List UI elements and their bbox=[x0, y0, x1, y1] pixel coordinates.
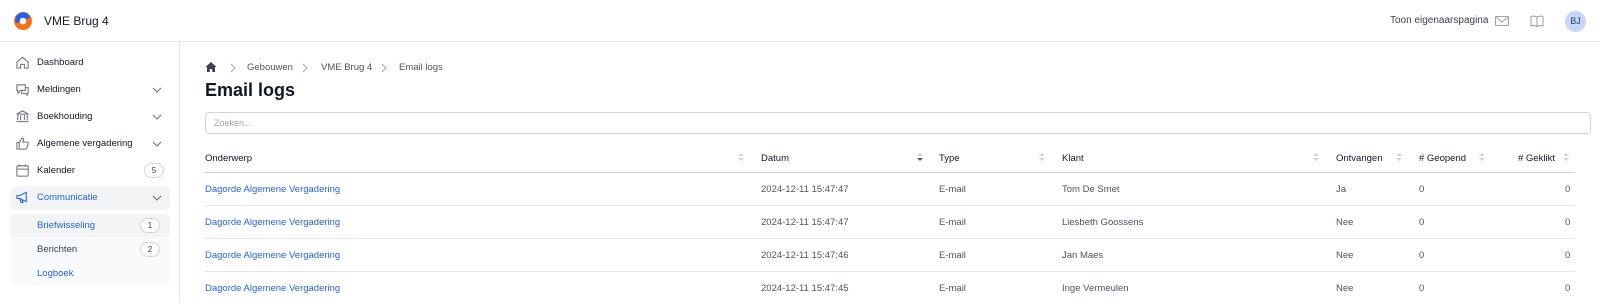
sidebar: Dashboard Meldingen Boekhouding Algemene… bbox=[0, 42, 180, 302]
table-row: Dagorde Algemene Vergadering 2024-12-11 … bbox=[205, 206, 1575, 239]
sidebar-item-label: Communicatie bbox=[37, 192, 98, 203]
sort-icon[interactable] bbox=[1038, 151, 1046, 163]
type-cell: E-mail bbox=[939, 184, 966, 195]
chevron-down-icon bbox=[152, 114, 162, 120]
book-icon[interactable] bbox=[1529, 13, 1545, 29]
clicked-count-cell: 0 bbox=[1565, 283, 1571, 294]
opened-count-cell: 0 bbox=[1419, 250, 1425, 261]
page-title: Email logs bbox=[205, 80, 296, 100]
subject-link[interactable]: Dagorde Algemene Vergadering bbox=[205, 217, 340, 228]
sidebar-subitem-label: Briefwisseling bbox=[37, 220, 96, 231]
megaphone-icon bbox=[16, 191, 27, 204]
count-badge: 2 bbox=[140, 242, 160, 257]
calendar-icon bbox=[16, 164, 29, 177]
column-header-datum[interactable]: Datum bbox=[761, 153, 789, 164]
sidebar-item-label: Meldingen bbox=[37, 84, 81, 95]
client-cell: Liesbeth Goossens bbox=[1062, 217, 1144, 228]
sidebar-subitem-berichten[interactable]: Berichten 2 bbox=[10, 238, 170, 261]
app-title: VME Brug 4 bbox=[44, 14, 109, 28]
chevron-down-icon bbox=[152, 87, 162, 93]
chevron-right-icon bbox=[230, 63, 236, 73]
avatar[interactable]: BJ bbox=[1565, 11, 1586, 32]
clicked-count-cell: 0 bbox=[1565, 184, 1571, 195]
home-icon[interactable] bbox=[205, 61, 217, 73]
chevron-down-icon bbox=[152, 141, 162, 147]
table-row: Dagorde Algemene Vergadering 2024-12-11 … bbox=[205, 239, 1575, 272]
sidebar-item-label: Algemene vergadering bbox=[37, 138, 133, 149]
sidebar-item-label: Boekhouding bbox=[37, 111, 93, 122]
sort-icon[interactable] bbox=[1395, 151, 1403, 163]
clicked-count-cell: 0 bbox=[1565, 217, 1571, 228]
breadcrumb-gebouwen[interactable]: Gebouwen bbox=[247, 62, 293, 73]
received-cell: Nee bbox=[1336, 283, 1354, 294]
type-cell: E-mail bbox=[939, 283, 966, 294]
client-cell: Jan Maes bbox=[1062, 250, 1104, 261]
column-header-geklikt[interactable]: # Geklikt bbox=[1518, 153, 1555, 164]
column-header-ontvangen[interactable]: Ontvangen bbox=[1336, 153, 1382, 164]
received-cell: Nee bbox=[1336, 217, 1354, 228]
sort-icon[interactable] bbox=[737, 151, 745, 163]
date-cell: 2024-12-11 15:47:46 bbox=[761, 250, 849, 261]
column-header-onderwerp[interactable]: Onderwerp bbox=[205, 153, 252, 164]
opened-count-cell: 0 bbox=[1419, 283, 1425, 294]
home-icon bbox=[16, 56, 29, 69]
thumbs-up-icon bbox=[16, 137, 29, 150]
subject-link[interactable]: Dagorde Algemene Vergadering bbox=[205, 184, 340, 195]
sidebar-item-meldingen[interactable]: Meldingen bbox=[10, 78, 170, 102]
clicked-count-cell: 0 bbox=[1565, 250, 1571, 261]
count-badge: 5 bbox=[144, 163, 164, 178]
sidebar-item-kalender[interactable]: Kalender 5 bbox=[10, 159, 170, 183]
column-header-type[interactable]: Type bbox=[939, 153, 960, 164]
subject-link[interactable]: Dagorde Algemene Vergadering bbox=[205, 283, 340, 294]
type-cell: E-mail bbox=[939, 217, 966, 228]
breadcrumb-current: Email logs bbox=[399, 62, 443, 73]
logo-icon[interactable] bbox=[13, 11, 33, 31]
breadcrumb-building[interactable]: VME Brug 4 bbox=[321, 62, 372, 73]
column-header-geopend[interactable]: # Geopend bbox=[1419, 153, 1466, 164]
opened-count-cell: 0 bbox=[1419, 217, 1425, 228]
count-badge: 1 bbox=[140, 218, 160, 233]
subject-link[interactable]: Dagorde Algemene Vergadering bbox=[205, 250, 340, 261]
sidebar-item-label: Dashboard bbox=[37, 57, 84, 68]
date-cell: 2024-12-11 15:47:47 bbox=[761, 217, 849, 228]
search-input[interactable] bbox=[205, 112, 1591, 134]
client-cell: Inge Vermeulen bbox=[1062, 283, 1129, 294]
bank-icon bbox=[16, 110, 29, 123]
sidebar-item-dashboard[interactable]: Dashboard bbox=[10, 51, 170, 75]
chevron-right-icon bbox=[381, 63, 387, 73]
date-cell: 2024-12-11 15:47:47 bbox=[761, 184, 849, 195]
received-cell: Nee bbox=[1336, 250, 1354, 261]
table-row: Dagorde Algemene Vergadering 2024-12-11 … bbox=[205, 272, 1575, 305]
sidebar-subitem-label: Berichten bbox=[37, 244, 78, 255]
mail-icon[interactable] bbox=[1494, 13, 1510, 29]
sidebar-subitem-label: Logboek bbox=[37, 268, 74, 279]
owner-page-link[interactable]: Toon eigenaarspagina bbox=[1390, 15, 1488, 26]
table-row: Dagorde Algemene Vergadering 2024-12-11 … bbox=[205, 173, 1575, 206]
sidebar-subitem-logboek[interactable]: Logboek bbox=[10, 262, 170, 285]
date-cell: 2024-12-11 15:47:45 bbox=[761, 283, 849, 294]
sidebar-item-communicatie[interactable]: Communicatie bbox=[10, 186, 170, 210]
client-cell: Tom De Smet bbox=[1062, 184, 1120, 195]
sort-descending-icon[interactable] bbox=[916, 151, 924, 163]
sidebar-item-label: Kalender bbox=[37, 165, 76, 176]
top-bar: VME Brug 4 Toon eigenaarspagina BJ bbox=[0, 0, 1600, 42]
sort-icon[interactable] bbox=[1478, 151, 1486, 163]
chevron-down-icon bbox=[152, 195, 162, 201]
chevron-right-icon bbox=[302, 63, 308, 73]
sidebar-subitem-briefwisseling[interactable]: Briefwisseling 1 bbox=[10, 214, 170, 237]
type-cell: E-mail bbox=[939, 250, 966, 261]
received-cell: Ja bbox=[1336, 184, 1347, 195]
sidebar-item-algemene-vergadering[interactable]: Algemene vergadering bbox=[10, 132, 170, 156]
sort-icon[interactable] bbox=[1312, 151, 1320, 163]
table-header: Onderwerp Datum Type Klant Ontvangen # G… bbox=[205, 145, 1575, 173]
sidebar-item-boekhouding[interactable]: Boekhouding bbox=[10, 105, 170, 129]
sort-icon[interactable] bbox=[1562, 151, 1570, 163]
opened-count-cell: 0 bbox=[1419, 184, 1425, 195]
chat-icon bbox=[16, 84, 29, 97]
column-header-klant[interactable]: Klant bbox=[1062, 153, 1084, 164]
